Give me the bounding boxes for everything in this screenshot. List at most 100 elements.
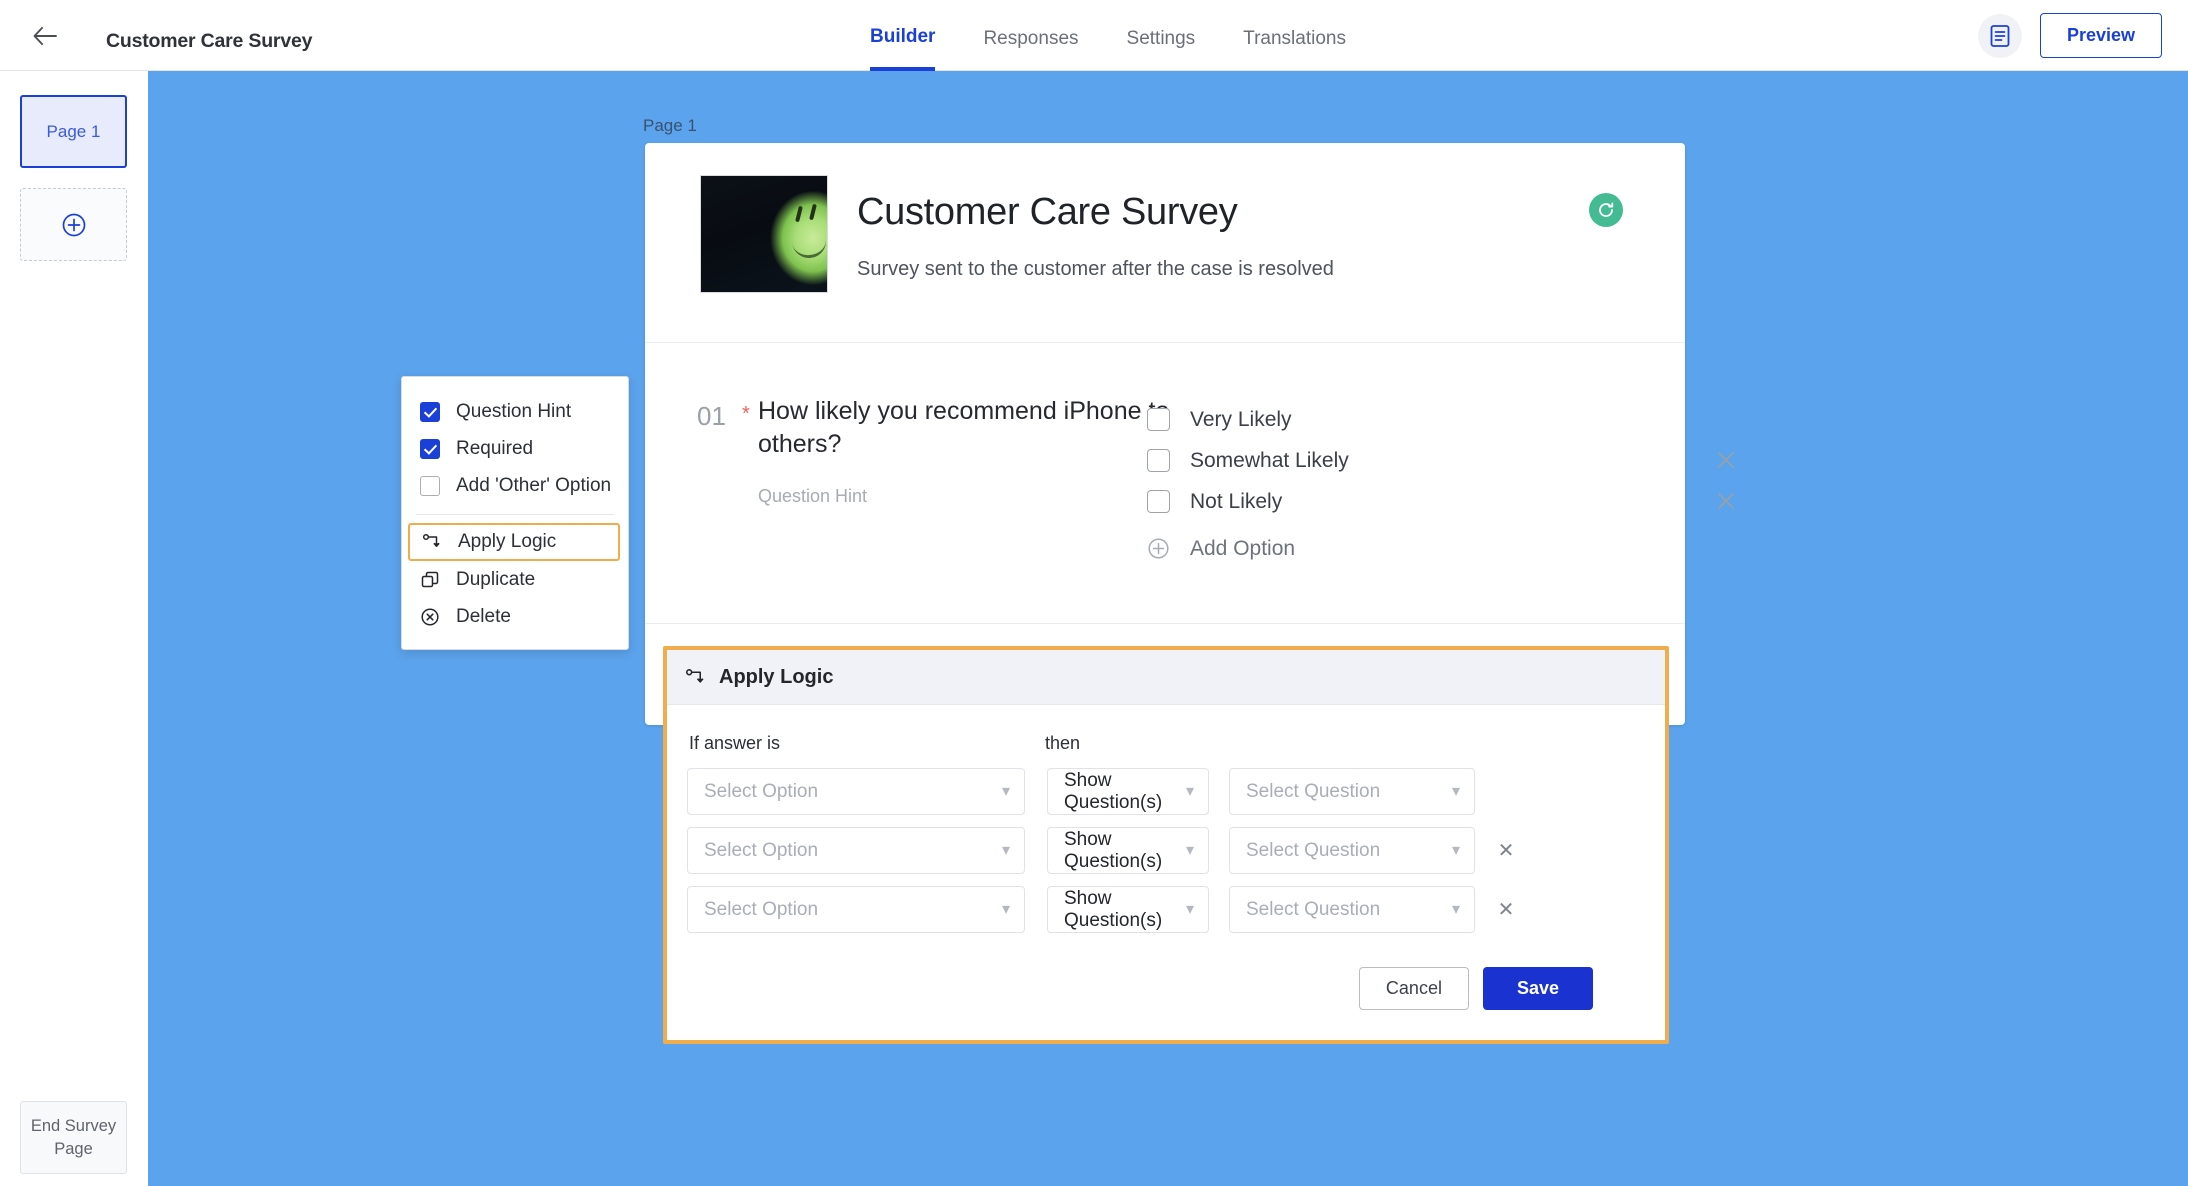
logic-column-headers: If answer is then [687, 733, 1645, 754]
question-context-menu: Question Hint Required Add 'Other' Optio… [401, 376, 629, 650]
if-answer-label: If answer is [689, 733, 781, 753]
option-checkbox[interactable] [1147, 490, 1170, 513]
back-button[interactable] [30, 22, 60, 50]
page-title: Customer Care Survey [106, 30, 313, 52]
plus-circle-icon [62, 213, 85, 236]
chevron-down-icon: ▾ [1001, 782, 1010, 800]
preview-button[interactable]: Preview [2039, 13, 2162, 58]
survey-title[interactable]: Customer Care Survey [857, 191, 1238, 234]
then-label: then [1045, 733, 1081, 753]
remove-option-button[interactable] [1715, 449, 1737, 471]
menu-item-label: Question Hint [456, 400, 572, 422]
option-row: Not Likely [1147, 481, 1734, 522]
thumbnail-detail [795, 205, 803, 223]
option-list: Very Likely Somewhat Likely Not Likely A… [1147, 399, 1734, 569]
select-option-dropdown[interactable]: Select Option ▾ [687, 827, 1025, 874]
add-page-button[interactable] [20, 188, 127, 261]
apply-logic-panel: Apply Logic If answer is then Select Opt… [663, 646, 1669, 1044]
nav-tabs: Builder Responses Settings Translations [870, 0, 1346, 71]
chevron-down-icon: ▾ [1451, 841, 1460, 859]
option-label[interactable]: Very Likely [1190, 408, 1292, 432]
chevron-down-icon: ▾ [1001, 900, 1010, 918]
select-option-value: Select Option [704, 839, 819, 861]
pages-sidebar: Page 1 End Survey Page [0, 71, 148, 1186]
apply-logic-title: Apply Logic [719, 665, 834, 688]
save-button[interactable]: Save [1482, 967, 1593, 1010]
document-icon [1990, 24, 2010, 47]
remove-rule-button[interactable]: ✕ [1493, 897, 1519, 922]
add-option-button[interactable]: Add Option [1147, 528, 1607, 569]
checkbox-unchecked-icon[interactable] [420, 475, 440, 496]
option-row: Somewhat Likely [1147, 440, 1734, 481]
menu-item-duplicate[interactable]: Duplicate [402, 561, 628, 598]
logic-rule-row: Select Option ▾ Show Question(s) ▾ Selec… [687, 886, 1645, 933]
refresh-badge[interactable] [1589, 193, 1623, 227]
select-action-value: Show Question(s) [1064, 828, 1163, 872]
select-action-dropdown[interactable]: Show Question(s) ▾ [1047, 827, 1209, 874]
tab-translations[interactable]: Translations [1243, 0, 1346, 71]
select-question-dropdown[interactable]: Select Question ▾ [1229, 886, 1475, 933]
menu-item-label: Duplicate [456, 568, 536, 590]
tab-settings[interactable]: Settings [1127, 0, 1196, 71]
menu-item-apply-logic[interactable]: Apply Logic [408, 523, 620, 561]
remove-option-button[interactable] [1715, 490, 1737, 512]
question-hint[interactable]: Question Hint [758, 486, 867, 507]
cancel-button[interactable]: Cancel [1358, 967, 1469, 1010]
sidebar-page-1[interactable]: Page 1 [20, 95, 127, 168]
select-question-dropdown[interactable]: Select Question ▾ [1229, 768, 1475, 815]
option-label[interactable]: Somewhat Likely [1190, 449, 1349, 473]
thumbnail-detail [809, 203, 817, 221]
select-action-dropdown[interactable]: Show Question(s) ▾ [1047, 768, 1209, 815]
select-option-value: Select Option [704, 898, 819, 920]
menu-item-question-hint[interactable]: Question Hint [402, 393, 628, 430]
menu-item-label: Required [456, 437, 534, 459]
checkbox-checked-icon[interactable] [420, 401, 440, 422]
checkbox-checked-icon[interactable] [420, 438, 440, 459]
plus-circle-icon [1148, 538, 1169, 559]
apply-logic-header: Apply Logic [667, 650, 1665, 705]
survey-description[interactable]: Survey sent to the customer after the ca… [857, 258, 1334, 281]
arrow-left-icon [33, 27, 57, 45]
end-survey-page-thumb[interactable]: End Survey Page [20, 1101, 127, 1174]
menu-item-label: Add 'Other' Option [456, 474, 612, 496]
select-action-dropdown[interactable]: Show Question(s) ▾ [1047, 886, 1209, 933]
menu-item-delete[interactable]: Delete [402, 598, 628, 635]
tab-builder[interactable]: Builder [870, 0, 936, 71]
refresh-circle-icon [1599, 202, 1614, 217]
menu-item-label: Delete [456, 605, 511, 627]
logic-rule-row: Select Option ▾ Show Question(s) ▾ Selec… [687, 827, 1645, 874]
top-bar: Customer Care Survey Builder Responses S… [0, 0, 2188, 71]
apply-logic-icon [422, 533, 440, 547]
select-question-value: Select Question [1246, 839, 1381, 861]
select-question-dropdown[interactable]: Select Question ▾ [1229, 827, 1475, 874]
question-block: 01 * How likely you recommend iPhone to … [645, 343, 1734, 623]
select-question-value: Select Question [1246, 898, 1381, 920]
close-icon [1718, 493, 1734, 509]
tab-responses[interactable]: Responses [983, 0, 1078, 71]
menu-item-add-other-option[interactable]: Add 'Other' Option [402, 467, 628, 504]
document-button[interactable] [1977, 13, 2022, 58]
delete-circle-icon [421, 607, 439, 626]
question-text[interactable]: How likely you recommend iPhone to other… [758, 395, 1188, 462]
select-option-dropdown[interactable]: Select Option ▾ [687, 768, 1025, 815]
apply-logic-body: If answer is then Select Option ▾ Show Q… [667, 705, 1665, 1040]
option-row: Very Likely [1147, 399, 1607, 440]
option-checkbox[interactable] [1147, 408, 1170, 431]
question-number: 01 [697, 401, 726, 431]
chevron-down-icon: ▾ [1185, 782, 1194, 800]
chevron-down-icon: ▾ [1185, 841, 1194, 859]
menu-divider [416, 514, 614, 515]
select-option-dropdown[interactable]: Select Option ▾ [687, 886, 1025, 933]
option-checkbox[interactable] [1147, 449, 1170, 472]
chevron-down-icon: ▾ [1001, 841, 1010, 859]
thumbnail-detail [791, 235, 827, 261]
top-bar-actions: Preview [1977, 13, 2162, 58]
remove-rule-button[interactable]: ✕ [1493, 838, 1519, 863]
chevron-down-icon: ▾ [1451, 900, 1460, 918]
duplicate-icon [421, 571, 439, 587]
survey-card: Customer Care Survey Survey sent to the … [645, 143, 1734, 725]
apply-logic-icon [685, 668, 704, 683]
required-marker: * [742, 403, 750, 425]
menu-item-required[interactable]: Required [402, 430, 628, 467]
option-label[interactable]: Not Likely [1190, 490, 1282, 514]
